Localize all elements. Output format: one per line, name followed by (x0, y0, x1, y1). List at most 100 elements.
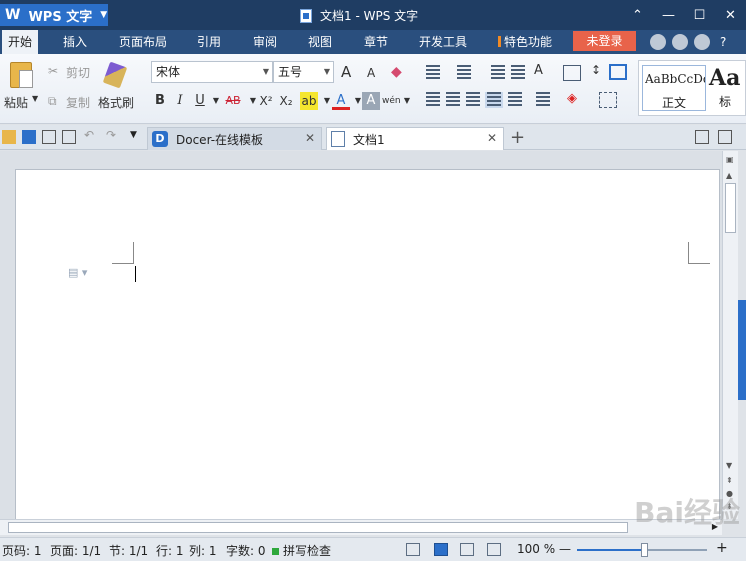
style-heading-sample[interactable]: Aa (709, 65, 740, 91)
scroll-up-icon[interactable]: ▲ (726, 171, 732, 180)
grow-font-button[interactable]: A (341, 63, 351, 81)
previous-page-icon[interactable]: ⇞ (726, 476, 733, 485)
window-title: 文档1 - WPS 文字 (300, 7, 418, 24)
zoom-slider[interactable] (577, 543, 707, 557)
decrease-indent-icon[interactable] (489, 65, 507, 81)
distributed-align-icon[interactable] (506, 92, 524, 108)
undo-icon[interactable]: ↶ (84, 128, 98, 142)
tab-developer[interactable]: 开发工具 (413, 30, 473, 54)
tab-review[interactable]: 审阅 (247, 30, 283, 54)
skin-icon[interactable] (650, 34, 666, 50)
outline-view-icon[interactable] (460, 543, 474, 556)
paragraph-shading-icon[interactable]: ◈ (567, 91, 577, 106)
tab-docer-templates[interactable]: D Docer-在线模板 ✕ (147, 127, 322, 150)
close-tab-icon[interactable]: ✕ (487, 131, 497, 145)
web-view-icon[interactable] (487, 543, 501, 556)
help-button[interactable]: ? (714, 30, 732, 54)
paragraph-layout-icon[interactable]: ▤ ▾ (68, 266, 87, 279)
increase-indent-icon[interactable] (509, 65, 527, 81)
style-normal[interactable]: AaBbCcDd 正文 (642, 65, 706, 111)
line-spacing-icon[interactable] (534, 92, 552, 108)
clear-format-icon[interactable]: ◆ (391, 64, 402, 80)
superscript-button[interactable]: X² (256, 92, 276, 110)
status-pages: 页面: 1/1 (50, 544, 102, 558)
italic-button[interactable]: I (171, 92, 189, 110)
document-page[interactable]: ▤ ▾ (15, 169, 720, 521)
bold-button[interactable]: B (151, 92, 169, 110)
font-name-select[interactable]: 宋体 ▼ (151, 61, 273, 83)
margin-mark-top-left (112, 242, 134, 264)
tshirt-icon[interactable] (694, 34, 710, 50)
font-name-value: 宋体 (156, 65, 181, 79)
collapse-ribbon-button[interactable]: ⌃ (622, 0, 653, 30)
paste-icon[interactable] (10, 62, 33, 88)
tab-page-layout[interactable]: 页面布局 (113, 30, 173, 54)
justify-icon[interactable] (485, 92, 503, 108)
format-painter-button[interactable]: 格式刷 (98, 94, 134, 111)
align-center-icon[interactable] (444, 92, 462, 108)
zoom-out-button[interactable]: — (559, 542, 571, 556)
vertical-scrollbar[interactable]: ▣ ▲ ▼ ⇞ ● ⇟ (722, 151, 738, 519)
align-left-icon[interactable] (424, 92, 442, 108)
status-word-count[interactable]: 字数: 0 (226, 542, 266, 559)
paste-button[interactable]: 粘贴 (4, 94, 28, 111)
status-section: 节: 1/1 (109, 544, 149, 558)
tab-view[interactable]: 视图 (302, 30, 338, 54)
horizontal-scrollbar[interactable]: ▶ (0, 519, 722, 535)
borders-icon[interactable] (599, 92, 617, 108)
minimize-button[interactable]: — (653, 0, 684, 30)
task-pane-handle[interactable] (738, 300, 746, 400)
font-size-select[interactable]: 五号 ▼ (273, 61, 334, 83)
font-color-button[interactable]: A (332, 92, 350, 110)
text-direction-icon[interactable]: A (534, 63, 543, 78)
numbered-list-icon[interactable] (455, 65, 473, 81)
format-painter-icon[interactable] (102, 61, 128, 89)
zoom-slider-thumb[interactable] (640, 543, 648, 557)
app-menu-button[interactable]: W WPS 文字 ▼ (0, 4, 108, 26)
shrink-font-button[interactable]: A (367, 66, 375, 80)
tab-home[interactable]: 开始 (2, 30, 39, 54)
table-icon[interactable] (563, 65, 581, 81)
bullet-list-icon[interactable] (424, 65, 442, 81)
tab-chapter[interactable]: 章节 (358, 30, 394, 54)
page-view-icon[interactable] (434, 543, 448, 556)
horizontal-scroll-thumb[interactable] (8, 522, 628, 533)
close-button[interactable]: ✕ (715, 0, 746, 30)
wps-logo-icon: W (5, 7, 21, 23)
tab-special-features[interactable]: 特色功能 (492, 30, 558, 54)
close-tab-icon[interactable]: ✕ (305, 131, 315, 145)
print-icon[interactable] (42, 130, 56, 144)
vertical-scroll-thumb[interactable] (725, 183, 736, 233)
customize-toolbar-chevron-icon[interactable]: ▼ (130, 130, 144, 144)
split-view-icon[interactable]: ▣ (726, 155, 734, 164)
full-screen-view-icon[interactable] (406, 543, 420, 556)
tab-insert[interactable]: 插入 (57, 30, 93, 54)
restore-tab-icon[interactable] (718, 130, 732, 144)
redo-icon[interactable]: ↷ (106, 128, 120, 142)
subscript-button[interactable]: X₂ (276, 92, 296, 110)
show-marks-icon[interactable] (609, 64, 627, 80)
strikethrough-button[interactable]: AB (222, 92, 244, 110)
maximize-button[interactable]: ☐ (684, 0, 715, 30)
spell-check-toggle[interactable]: 拼写检查 (272, 542, 331, 559)
print-preview-icon[interactable] (62, 130, 76, 144)
align-right-icon[interactable] (464, 92, 482, 108)
save-icon[interactable] (22, 130, 36, 144)
paste-options-chevron-icon[interactable]: ▼ (32, 94, 38, 103)
char-shading-button[interactable]: A (362, 92, 380, 110)
new-tab-button[interactable]: + (510, 127, 525, 148)
sync-icon[interactable] (672, 34, 688, 50)
sort-icon[interactable]: ↕ (591, 63, 601, 77)
tab-document1[interactable]: 文档1 ✕ (326, 127, 504, 150)
tab-references[interactable]: 引用 (191, 30, 227, 54)
login-button[interactable]: 未登录 (573, 31, 636, 51)
phonetic-options-chevron-icon[interactable]: ▼ (398, 92, 416, 110)
copy-button[interactable]: 复制 (66, 94, 90, 111)
open-folder-icon[interactable] (2, 130, 16, 144)
zoom-percentage[interactable]: 100 % (517, 542, 555, 556)
tab-list-icon[interactable] (695, 130, 709, 144)
zoom-in-button[interactable]: + (716, 540, 728, 556)
cut-button[interactable]: 剪切 (66, 64, 90, 81)
scroll-down-icon[interactable]: ▼ (726, 461, 732, 470)
highlight-icon[interactable]: ab (300, 92, 318, 110)
